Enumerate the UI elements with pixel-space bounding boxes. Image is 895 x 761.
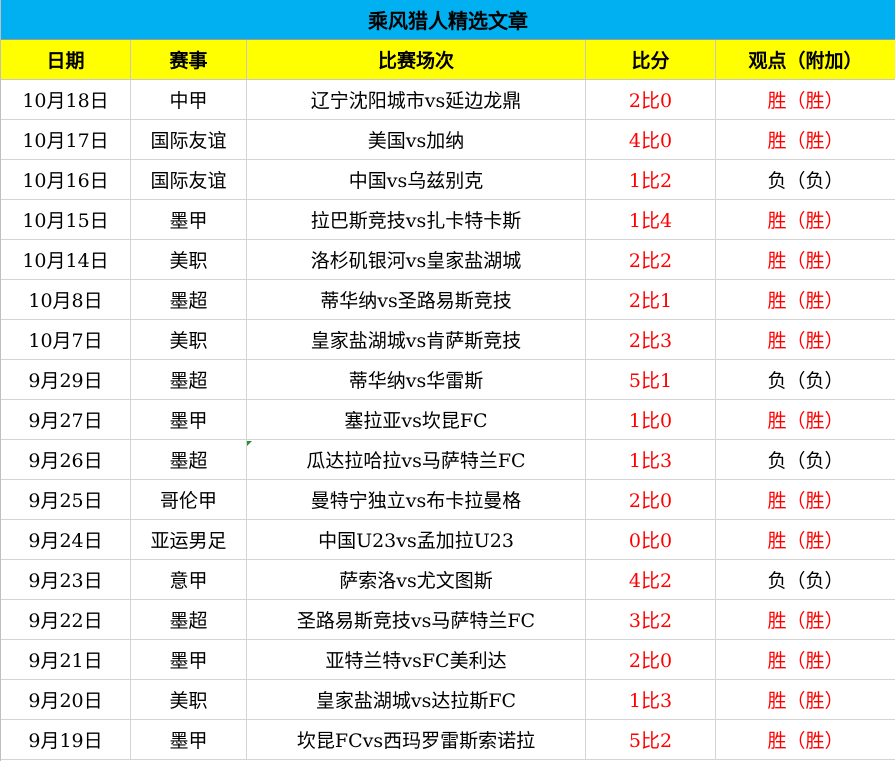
cell-score[interactable]: 5比1 bbox=[586, 360, 716, 400]
cell-view[interactable]: 负（负） bbox=[716, 160, 895, 200]
cell-date[interactable]: 10月8日 bbox=[1, 280, 131, 320]
cell-league[interactable]: 墨超 bbox=[131, 440, 247, 480]
cell-date[interactable]: 9月26日 bbox=[1, 440, 131, 480]
cell-score[interactable]: 1比4 bbox=[586, 200, 716, 240]
cell-score[interactable]: 1比0 bbox=[586, 400, 716, 440]
cell-league[interactable]: 国际友谊 bbox=[131, 160, 247, 200]
cell-match[interactable]: 拉巴斯竞技vs扎卡特卡斯 bbox=[247, 200, 586, 240]
cell-view[interactable]: 胜（胜） bbox=[716, 600, 895, 640]
cell-view[interactable]: 胜（胜） bbox=[716, 240, 895, 280]
cell-league[interactable]: 墨甲 bbox=[131, 400, 247, 440]
header-view[interactable]: 观点（附加） bbox=[716, 40, 895, 80]
cell-view[interactable]: 胜（胜） bbox=[716, 680, 895, 720]
cell-match[interactable]: 皇家盐湖城vs达拉斯FC bbox=[247, 680, 586, 720]
cell-view[interactable]: 胜（胜） bbox=[716, 720, 895, 760]
cell-match[interactable]: 圣路易斯竞技vs马萨特兰FC bbox=[247, 600, 586, 640]
cell-view[interactable]: 胜（胜） bbox=[716, 280, 895, 320]
cell-date[interactable]: 9月29日 bbox=[1, 360, 131, 400]
cell-league[interactable]: 墨甲 bbox=[131, 720, 247, 760]
cell-match[interactable]: 蒂华纳vs华雷斯 bbox=[247, 360, 586, 400]
cell-date[interactable]: 9月25日 bbox=[1, 480, 131, 520]
cell-view[interactable]: 负（负） bbox=[716, 560, 895, 600]
cell-view[interactable]: 胜（胜） bbox=[716, 200, 895, 240]
cell-league[interactable]: 中甲 bbox=[131, 80, 247, 120]
cell-view[interactable]: 胜（胜） bbox=[716, 480, 895, 520]
header-date[interactable]: 日期 bbox=[1, 40, 131, 80]
cell-date[interactable]: 9月19日 bbox=[1, 720, 131, 760]
cell-date[interactable]: 10月14日 bbox=[1, 240, 131, 280]
cell-league[interactable]: 美职 bbox=[131, 680, 247, 720]
cell-score[interactable]: 2比1 bbox=[586, 280, 716, 320]
cell-league[interactable]: 墨超 bbox=[131, 280, 247, 320]
header-league[interactable]: 赛事 bbox=[131, 40, 247, 80]
cell-match[interactable]: 中国U23vs孟加拉U23 bbox=[247, 520, 586, 560]
cell-date[interactable]: 9月21日 bbox=[1, 640, 131, 680]
cell-view[interactable]: 负（负） bbox=[716, 440, 895, 480]
cell-score[interactable]: 2比0 bbox=[586, 640, 716, 680]
cell-match[interactable]: 亚特兰特vsFC美利达 bbox=[247, 640, 586, 680]
cell-league[interactable]: 美职 bbox=[131, 320, 247, 360]
cell-view[interactable]: 胜（胜） bbox=[716, 80, 895, 120]
cell-date[interactable]: 10月15日 bbox=[1, 200, 131, 240]
header-match[interactable]: 比赛场次 bbox=[247, 40, 586, 80]
cell-score[interactable]: 1比3 bbox=[586, 680, 716, 720]
cell-date[interactable]: 9月27日 bbox=[1, 400, 131, 440]
cell-view[interactable]: 负（负） bbox=[716, 360, 895, 400]
cell-date[interactable]: 10月7日 bbox=[1, 320, 131, 360]
cell-match[interactable]: 美国vs加纳 bbox=[247, 120, 586, 160]
cell-match[interactable]: 瓜达拉哈拉vs马萨特兰FC bbox=[247, 440, 586, 480]
cell-league[interactable]: 意甲 bbox=[131, 560, 247, 600]
cell-date[interactable]: 10月18日 bbox=[1, 80, 131, 120]
header-score[interactable]: 比分 bbox=[586, 40, 716, 80]
cell-view[interactable]: 胜（胜） bbox=[716, 120, 895, 160]
cell-league[interactable]: 哥伦甲 bbox=[131, 480, 247, 520]
cell-league[interactable]: 美职 bbox=[131, 240, 247, 280]
cell-score[interactable]: 0比0 bbox=[586, 520, 716, 560]
cell-score[interactable]: 2比3 bbox=[586, 320, 716, 360]
cell-view[interactable]: 胜（胜） bbox=[716, 520, 895, 560]
cell-score[interactable]: 2比0 bbox=[586, 480, 716, 520]
cell-date[interactable]: 10月16日 bbox=[1, 160, 131, 200]
cell-league[interactable]: 墨甲 bbox=[131, 640, 247, 680]
cell-score[interactable]: 1比2 bbox=[586, 160, 716, 200]
cell-score[interactable]: 2比0 bbox=[586, 80, 716, 120]
cell-date[interactable]: 9月23日 bbox=[1, 560, 131, 600]
cell-date[interactable]: 9月20日 bbox=[1, 680, 131, 720]
cell-date[interactable]: 9月24日 bbox=[1, 520, 131, 560]
cell-match[interactable]: 中国vs乌兹别克 bbox=[247, 160, 586, 200]
cell-view[interactable]: 胜（胜） bbox=[716, 640, 895, 680]
spreadsheet: 乘风猎人精选文章 日期 赛事 比赛场次 比分 观点（附加） 10月18日 中甲 辽宁… bbox=[0, 0, 895, 761]
cell-comment-marker bbox=[247, 441, 252, 446]
cell-match[interactable]: 皇家盐湖城vs肯萨斯竞技 bbox=[247, 320, 586, 360]
cell-match[interactable]: 曼特宁独立vs布卡拉曼格 bbox=[247, 480, 586, 520]
cell-match[interactable]: 坎昆FCvs西玛罗雷斯索诺拉 bbox=[247, 720, 586, 760]
cell-score[interactable]: 4比2 bbox=[586, 560, 716, 600]
cell-view[interactable]: 胜（胜） bbox=[716, 320, 895, 360]
cell-match[interactable]: 蒂华纳vs圣路易斯竞技 bbox=[247, 280, 586, 320]
cell-match[interactable]: 塞拉亚vs坎昆FC bbox=[247, 400, 586, 440]
cell-score[interactable]: 3比2 bbox=[586, 600, 716, 640]
cell-score[interactable]: 1比3 bbox=[586, 440, 716, 480]
cell-date[interactable]: 10月17日 bbox=[1, 120, 131, 160]
results-table: 日期 赛事 比赛场次 比分 观点（附加） 10月18日 中甲 辽宁沈阳城市vs延边龙… bbox=[1, 40, 895, 760]
cell-match[interactable]: 洛杉矶银河vs皇家盐湖城 bbox=[247, 240, 586, 280]
cell-score[interactable]: 5比2 bbox=[586, 720, 716, 760]
cell-view[interactable]: 胜（胜） bbox=[716, 400, 895, 440]
cell-league[interactable]: 墨超 bbox=[131, 600, 247, 640]
cell-score[interactable]: 4比0 bbox=[586, 120, 716, 160]
cell-league[interactable]: 墨甲 bbox=[131, 200, 247, 240]
cell-league[interactable]: 墨超 bbox=[131, 360, 247, 400]
cell-match[interactable]: 辽宁沈阳城市vs延边龙鼎 bbox=[247, 80, 586, 120]
cell-match[interactable]: 萨索洛vs尤文图斯 bbox=[247, 560, 586, 600]
cell-date[interactable]: 9月22日 bbox=[1, 600, 131, 640]
sheet-title: 乘风猎人精选文章 bbox=[1, 0, 895, 40]
cell-score[interactable]: 2比2 bbox=[586, 240, 716, 280]
cell-league[interactable]: 亚运男足 bbox=[131, 520, 247, 560]
cell-league[interactable]: 国际友谊 bbox=[131, 120, 247, 160]
